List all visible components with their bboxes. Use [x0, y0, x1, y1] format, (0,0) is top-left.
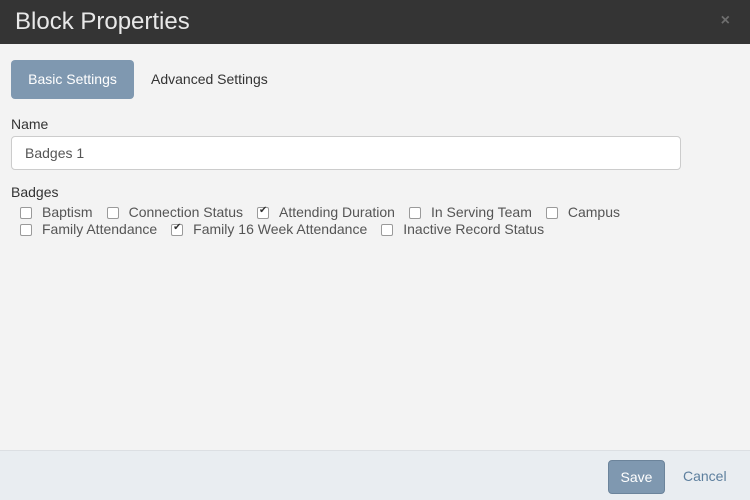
badge-label-in-serving-team: In Serving Team [430, 203, 532, 220]
badge-option-campus[interactable]: Campus [545, 203, 620, 220]
badge-checkbox-baptism[interactable] [20, 206, 32, 219]
badge-checkbox-attending-duration[interactable] [256, 205, 269, 219]
badge-label-campus: Campus [567, 203, 620, 220]
dialog-footer: Save Cancel [0, 450, 750, 500]
badges-label: Badges [11, 184, 59, 200]
badge-label-family-16-week-attendance: Family 16 Week Attendance [193, 220, 368, 237]
badge-checkbox-family-attendance[interactable] [20, 223, 32, 236]
badge-option-connection-status[interactable]: Connection Status [106, 203, 243, 220]
badge-checkbox-connection-status[interactable] [106, 206, 119, 219]
badges-row-2: Family Attendance Family 16 Week Attenda… [20, 220, 558, 237]
cancel-link[interactable]: Cancel [683, 468, 727, 484]
save-button[interactable]: Save [608, 460, 665, 494]
dialog-title: Block Properties [15, 8, 190, 35]
badge-option-in-serving-team[interactable]: In Serving Team [408, 203, 532, 220]
badge-label-attending-duration: Attending Duration [278, 203, 395, 220]
badge-option-baptism[interactable]: Baptism [20, 204, 93, 220]
badge-checkbox-inactive-record-status[interactable] [381, 223, 394, 236]
badge-option-inactive-record-status[interactable]: Inactive Record Status [381, 221, 544, 237]
badges-row-1: Baptism Connection Status Attending Dura… [20, 203, 634, 220]
tab-basic-settings[interactable]: Basic Settings [11, 60, 134, 99]
badge-label-family-attendance: Family Attendance [42, 220, 158, 237]
dialog-header: Block Properties × [0, 0, 750, 44]
badge-option-family-attendance[interactable]: Family Attendance [20, 221, 157, 237]
name-input[interactable] [11, 136, 681, 170]
badge-checkbox-campus[interactable] [545, 206, 558, 219]
badge-label-inactive-record-status: Inactive Record Status [403, 220, 545, 237]
badge-label-baptism: Baptism [42, 203, 93, 220]
badge-checkbox-in-serving-team[interactable] [408, 206, 421, 219]
name-label: Name [11, 116, 49, 132]
tab-advanced-settings[interactable]: Advanced Settings [151, 60, 268, 99]
badge-checkbox-family-16-week-attendance[interactable] [171, 222, 184, 236]
badge-option-attending-duration[interactable]: Attending Duration [256, 203, 395, 220]
badge-option-family-16-week-attendance[interactable]: Family 16 Week Attendance [171, 221, 367, 237]
close-icon[interactable]: × [721, 12, 730, 30]
dialog-body: Basic Settings Advanced Settings Name Ba… [0, 44, 750, 450]
badge-label-connection-status: Connection Status [128, 203, 243, 220]
